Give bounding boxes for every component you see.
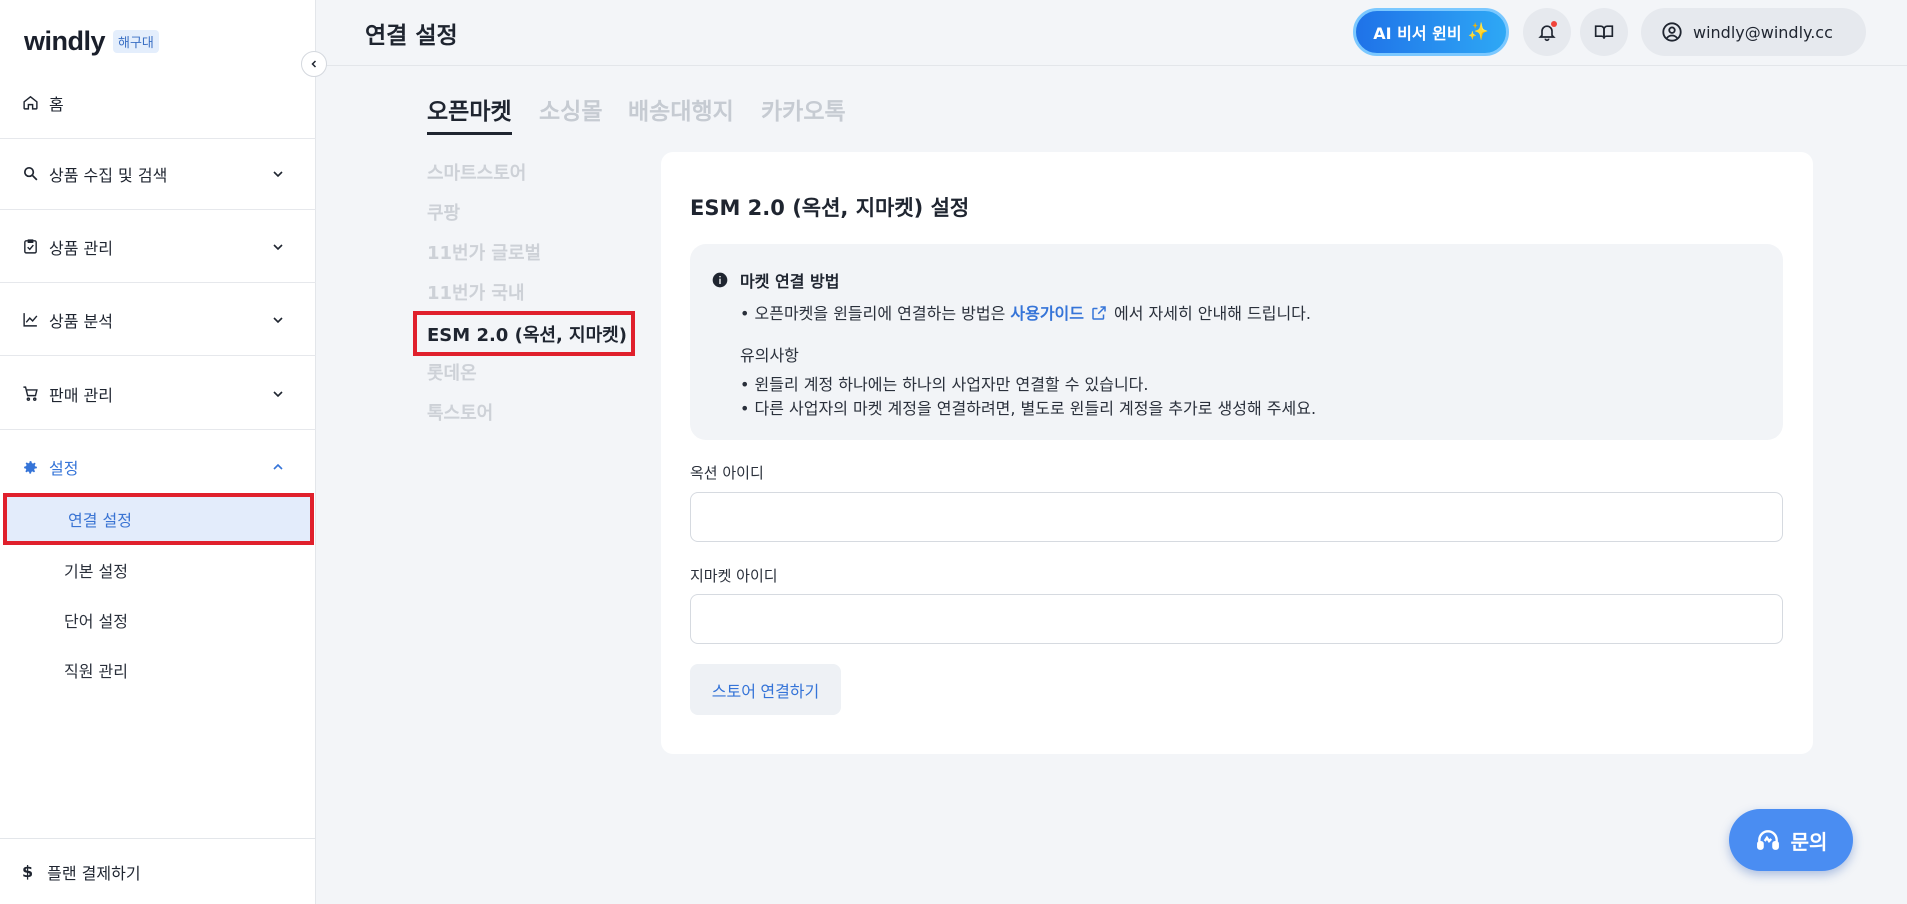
market-item-lotteon[interactable]: 롯데온 <box>427 359 477 385</box>
chevron-down-icon <box>273 243 283 250</box>
info-icon <box>712 272 728 288</box>
card-title: ESM 2.0 (옥션, 지마켓) 설정 <box>690 196 970 220</box>
notice-line-2: • 다른 사업자의 마켓 계정을 연결하려면, 별도로 윈들리 계정을 추가로 … <box>740 399 1317 418</box>
sidebar-subitem-staff-manage[interactable]: 직원 관리 <box>0 645 316 695</box>
gmarket-id-label: 지마켓 아이디 <box>690 567 778 585</box>
external-link-icon[interactable] <box>1090 304 1108 322</box>
user-circle-icon <box>1662 22 1682 42</box>
cart-icon <box>21 385 39 403</box>
market-item-talkstore[interactable]: 톡스토어 <box>427 399 493 425</box>
chart-line-icon <box>21 311 39 329</box>
user-guide-link[interactable]: 사용가이드 <box>1010 304 1084 323</box>
info-box: 마켓 연결 방법 • 오픈마켓을 윈들리에 연결하는 방법은 사용가이드 에서 자… <box>690 244 1783 440</box>
sidebar-item-product-manage[interactable]: 상품 관리 <box>0 211 316 283</box>
chevron-down-icon <box>273 316 283 323</box>
chevron-down-icon <box>273 170 283 177</box>
sidebar-subitem-basic-settings[interactable]: 기본 설정 <box>0 545 316 595</box>
guide-book-button[interactable] <box>1580 8 1628 56</box>
connect-store-button[interactable]: 스토어 연결하기 <box>690 664 841 715</box>
ai-assistant-label: AI 비서 윈비 <box>1373 24 1462 43</box>
chevron-left-icon <box>311 60 317 68</box>
esm-settings-card: ESM 2.0 (옥션, 지마켓) 설정 마켓 연결 방법 • 오픈마켓을 윈들… <box>661 152 1813 754</box>
clipboard-check-icon <box>21 238 39 256</box>
gear-icon <box>21 458 39 476</box>
inquiry-label: 문의 <box>1790 829 1828 854</box>
chevron-up-icon <box>273 463 283 470</box>
info-guide-prefix: • 오픈마켓을 윈들리에 연결하는 방법은 <box>740 304 1011 323</box>
sidebar-item-product-analysis[interactable]: 상품 분석 <box>0 284 316 356</box>
market-item-11st-global[interactable]: 11번가 글로벌 <box>427 239 541 265</box>
notification-dot <box>1551 21 1557 27</box>
notification-button[interactable] <box>1523 8 1571 56</box>
info-guide-suffix: 에서 자세히 안내해 드립니다. <box>1114 304 1311 323</box>
notice-title: 유의사항 <box>740 346 799 365</box>
auction-id-label: 옥션 아이디 <box>690 464 764 482</box>
market-item-11st-domestic[interactable]: 11번가 국내 <box>427 279 525 305</box>
inquiry-button[interactable]: 문의 <box>1729 809 1853 871</box>
chevron-down-icon <box>273 390 283 397</box>
dollar-icon: $ <box>22 862 34 881</box>
search-icon <box>21 165 39 183</box>
sidebar-subitem-connection-settings[interactable]: 연결 설정 <box>3 493 314 545</box>
info-guide-line: • 오픈마켓을 윈들리에 연결하는 방법은 사용가이드 에서 자세히 안내해 드립… <box>740 300 1311 324</box>
header: 연결 설정 AI 비서 윈비 ✨ windly@windly.cc <box>317 0 1907 66</box>
sidebar-item-label: 상품 분석 <box>49 311 113 331</box>
plan-payment-link[interactable]: $ 플랜 결제하기 <box>0 838 316 904</box>
info-heading-text: 마켓 연결 방법 <box>740 272 840 291</box>
tab-open-market[interactable]: 오픈마켓 <box>427 92 512 135</box>
logo[interactable]: windly 해구대 <box>24 26 159 57</box>
ai-assistant-button[interactable]: AI 비서 윈비 ✨ <box>1353 8 1509 56</box>
plan-payment-label: 플랜 결제하기 <box>47 863 141 883</box>
headset-icon <box>1756 830 1779 850</box>
auction-id-input[interactable] <box>690 492 1783 542</box>
notice-line-1: • 윈들리 계정 하나에는 하나의 사업자만 연결할 수 있습니다. <box>740 375 1149 394</box>
tab-kakaotalk[interactable]: 카카오톡 <box>761 92 846 132</box>
user-account-button[interactable]: windly@windly.cc <box>1641 8 1866 56</box>
sidebar-item-label: 설정 <box>49 459 79 478</box>
book-open-icon <box>1594 25 1614 39</box>
market-item-coupang[interactable]: 쿠팡 <box>427 199 460 225</box>
sidebar-item-sales-manage[interactable]: 판매 관리 <box>0 358 316 430</box>
sidebar-item-label: 홈 <box>49 94 64 114</box>
sidebar-subitem-word-settings[interactable]: 단어 설정 <box>0 595 316 645</box>
page-title: 연결 설정 <box>365 23 458 49</box>
user-email: windly@windly.cc <box>1693 22 1833 42</box>
sidebar-collapse-button[interactable] <box>301 51 327 77</box>
home-icon <box>21 94 39 112</box>
sidebar-item-product-search[interactable]: 상품 수집 및 검색 <box>0 138 316 210</box>
sidebar-item-home[interactable]: 홈 <box>0 67 316 139</box>
logo-text: windly <box>24 26 106 56</box>
gmarket-id-input[interactable] <box>690 594 1783 644</box>
sidebar-item-label: 상품 관리 <box>49 238 113 258</box>
info-heading: 마켓 연결 방법 <box>712 268 839 292</box>
sidebar-item-label: 상품 수집 및 검색 <box>49 165 168 185</box>
sparkle-icon: ✨ <box>1467 22 1489 42</box>
region-badge: 해구대 <box>113 30 159 53</box>
market-item-smartstore[interactable]: 스마트스토어 <box>427 159 526 185</box>
tab-sourcing-mall[interactable]: 소싱몰 <box>539 92 602 132</box>
market-item-esm[interactable]: ESM 2.0 (옥션, 지마켓) <box>413 311 635 356</box>
tab-shipping-agent[interactable]: 배송대행지 <box>628 92 734 132</box>
sidebar-item-label: 판매 관리 <box>49 385 113 405</box>
sidebar: windly 해구대 홈 상품 수집 및 검색 상품 관리 상품 분석 판매 관… <box>0 0 316 904</box>
